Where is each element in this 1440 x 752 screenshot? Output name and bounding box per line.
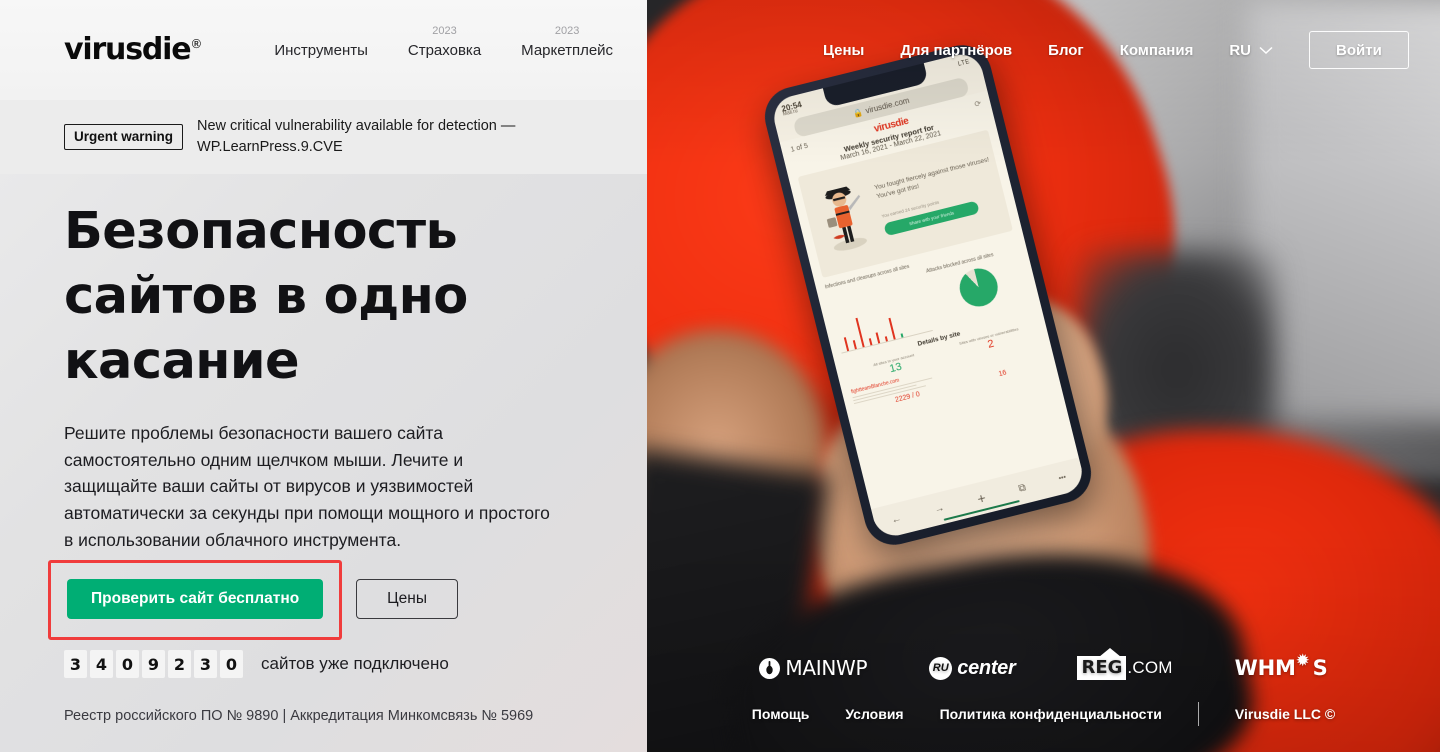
page-title: Безопасность сайтов в одно касание (64, 202, 468, 391)
footer-link-terms[interactable]: Условия (845, 706, 903, 722)
background-photo: 20:54 LTE Mail.ru 🔒 virusdie.com 1 of 5 … (647, 0, 1440, 752)
ru-center-icon: RU (929, 656, 953, 680)
nav-item-marketplace[interactable]: 2023 Маркетплейс (521, 25, 614, 59)
reg-com-icon: REG (1077, 648, 1127, 680)
left-nav-items: Инструменты 2023 Страховка 2023 Маркетпл… (274, 25, 614, 59)
hero-photo-panel: 20:54 LTE Mail.ru 🔒 virusdie.com 1 of 5 … (647, 0, 1440, 752)
partner-mainwp-label: MAINWP (785, 656, 868, 680)
partner-whmcs-label: WHM (1234, 656, 1296, 680)
login-button[interactable]: Войти (1309, 31, 1409, 69)
hero-subtitle: Решите проблемы безопасности вашего сайт… (64, 423, 550, 550)
partner-logos: MAINWP RU center REG .COM WHM S (647, 648, 1440, 681)
nav-item-prices[interactable]: Цены (823, 42, 864, 59)
hero-content-panel: virusdie® Инструменты 2023 Страховка 202… (0, 0, 647, 752)
status-badge: Urgent warning (64, 123, 184, 151)
counter-digits: 3 4 0 9 2 3 0 (64, 650, 243, 678)
counter-digit: 2 (168, 650, 191, 678)
prices-button[interactable]: Цены (356, 579, 458, 619)
nav-item-marketplace-label: Маркетплейс (521, 41, 614, 59)
nav-item-tools[interactable]: Инструменты (274, 42, 368, 59)
counter-digit: 3 (194, 650, 217, 678)
highlight-box: Проверить сайт бесплатно (48, 560, 343, 640)
partner-whmcs-suffix: S (1312, 656, 1328, 680)
nav-item-company[interactable]: Компания (1120, 42, 1194, 59)
nav-item-insurance-year: 2023 (432, 24, 457, 37)
registered-mark: ® (190, 37, 203, 51)
landing-page: 20:54 LTE Mail.ru 🔒 virusdie.com 1 of 5 … (0, 0, 1440, 752)
language-label: RU (1229, 41, 1252, 59)
main-navigation-right: Цены Для партнёров Блог Компания RU Войт… (647, 0, 1440, 100)
logo-text: virusdie (64, 32, 192, 67)
nav-item-tools-label: Инструменты (274, 41, 368, 59)
footer-copyright: Virusdie LLC © (1234, 706, 1336, 722)
hero-section: Безопасность сайтов в одно касание Решит… (64, 200, 604, 553)
counter-digit: 4 (90, 650, 113, 678)
nav-item-partners[interactable]: Для партнёров (900, 42, 1012, 59)
counter-digit: 3 (64, 650, 87, 678)
footer-link-privacy[interactable]: Политика конфиденциальности (940, 706, 1162, 722)
footer-divider (1197, 702, 1199, 726)
check-site-free-button[interactable]: Проверить сайт бесплатно (67, 579, 324, 619)
footer-links: Помощь Условия Политика конфиденциальнос… (647, 702, 1440, 726)
counter-digit: 0 (116, 650, 139, 678)
main-navigation-left: virusdie® Инструменты 2023 Страховка 202… (0, 0, 647, 100)
partner-reg-com[interactable]: REG .COM (1077, 648, 1173, 680)
nav-item-marketplace-year: 2023 (554, 24, 580, 37)
partner-whmcs[interactable]: WHM S (1234, 651, 1328, 681)
registry-text: Реестр российского ПО № 9890 | Аккредита… (64, 708, 534, 724)
chevron-down-icon (1259, 46, 1273, 54)
mainwp-icon (759, 657, 781, 679)
partner-mainwp[interactable]: MAINWP (759, 656, 868, 680)
counter-digit: 9 (142, 650, 165, 678)
counter-label: сайтов уже подключено (261, 654, 449, 673)
footer-link-help[interactable]: Помощь (752, 706, 810, 722)
counter-digit: 0 (220, 650, 243, 678)
whmcs-gear-icon (1296, 651, 1312, 676)
language-selector[interactable]: RU (1229, 42, 1273, 59)
photo-shade-overlay (647, 0, 1440, 752)
partner-ru-center-label: center (957, 656, 1016, 679)
nav-item-blog[interactable]: Блог (1048, 42, 1084, 59)
partner-ru-center[interactable]: RU center (929, 656, 1016, 680)
nav-item-insurance-label: Страховка (407, 41, 482, 59)
virusdie-logo[interactable]: virusdie® (64, 35, 202, 65)
partner-reg-com-suffix: .COM (1127, 658, 1173, 677)
sites-counter: 3 4 0 9 2 3 0 сайтов уже подключено (64, 650, 449, 678)
cta-row: Проверить сайт бесплатно Цены (48, 560, 458, 640)
warning-message[interactable]: New critical vulnerability available for… (197, 116, 597, 157)
urgent-warning-banner: Urgent warning New critical vulnerabilit… (0, 100, 647, 174)
nav-item-insurance[interactable]: 2023 Страховка (407, 25, 482, 59)
